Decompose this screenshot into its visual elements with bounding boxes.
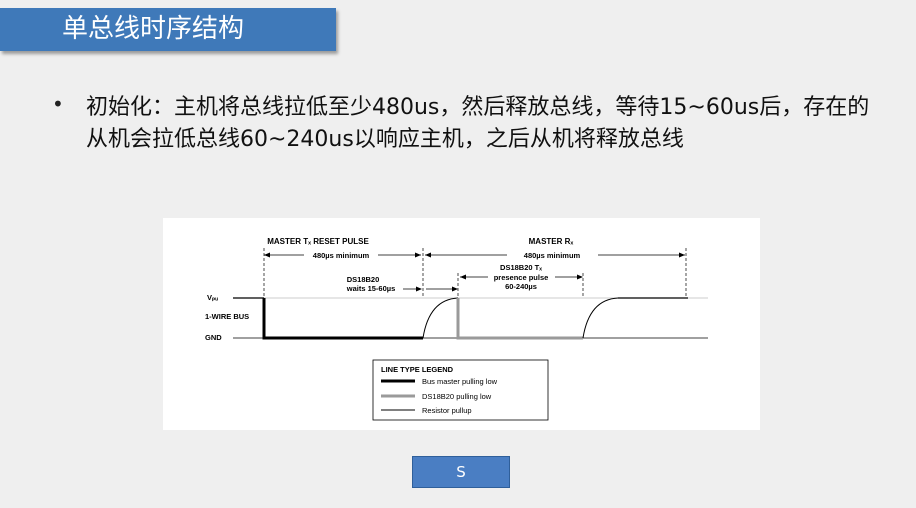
pullup-rise-2 xyxy=(582,297,619,339)
arrowhead-icon xyxy=(452,286,458,292)
arrowhead-icon xyxy=(577,274,583,280)
s-button[interactable]: S xyxy=(412,456,510,488)
gnd-label: GND xyxy=(205,333,222,342)
legend-master-label: Bus master pulling low xyxy=(422,377,498,386)
pullup-rise-1 xyxy=(422,297,459,339)
slide-title: 单总线时序结构 xyxy=(0,8,336,51)
bullet-text: 初始化：主机将总线拉低至少480us，然后释放总线，等待15~60us后，存在的… xyxy=(86,95,870,152)
arrowhead-icon xyxy=(264,252,270,258)
bus-label: 1-WIRE BUS xyxy=(205,312,249,321)
master-low-segment xyxy=(262,298,423,340)
arrowhead-icon xyxy=(415,252,421,258)
ds-low-segment xyxy=(456,298,583,340)
min-480-left-label: 480µs minimum xyxy=(313,251,370,260)
timing-diagram: MASTER Tₓ RESET PULSE MASTER Rₓ 480µs mi… xyxy=(163,218,760,430)
vpu-label: Vₚᵤ xyxy=(207,293,218,302)
arrowhead-icon xyxy=(460,274,466,280)
legend-title: LINE TYPE LEGEND xyxy=(381,365,454,374)
min-480-right-label: 480µs minimum xyxy=(524,251,581,260)
ds-wait-label-line2: waits 15-60µs xyxy=(346,284,396,293)
master-rx-label: MASTER Rₓ xyxy=(529,237,574,246)
bullet-dot: • xyxy=(52,92,64,116)
timing-diagram-svg: MASTER Tₓ RESET PULSE MASTER Rₓ 480µs mi… xyxy=(205,237,708,421)
ds-wait-label-line1: DS18B20 xyxy=(347,275,380,284)
master-tx-label: MASTER Tₓ RESET PULSE xyxy=(267,237,369,246)
legend-ds-label: DS18B20 pulling low xyxy=(422,392,492,401)
arrowhead-icon xyxy=(425,252,431,258)
legend-resistor-label: Resistor pullup xyxy=(422,406,472,415)
arrowhead-icon xyxy=(679,252,685,258)
ds-tx-label-line3: 60-240µs xyxy=(505,282,537,291)
arrowhead-icon xyxy=(416,286,422,292)
ds-tx-label-line2: presence pulse xyxy=(494,273,549,282)
ds-tx-label-line1: DS18B20 Tₓ xyxy=(500,263,542,272)
